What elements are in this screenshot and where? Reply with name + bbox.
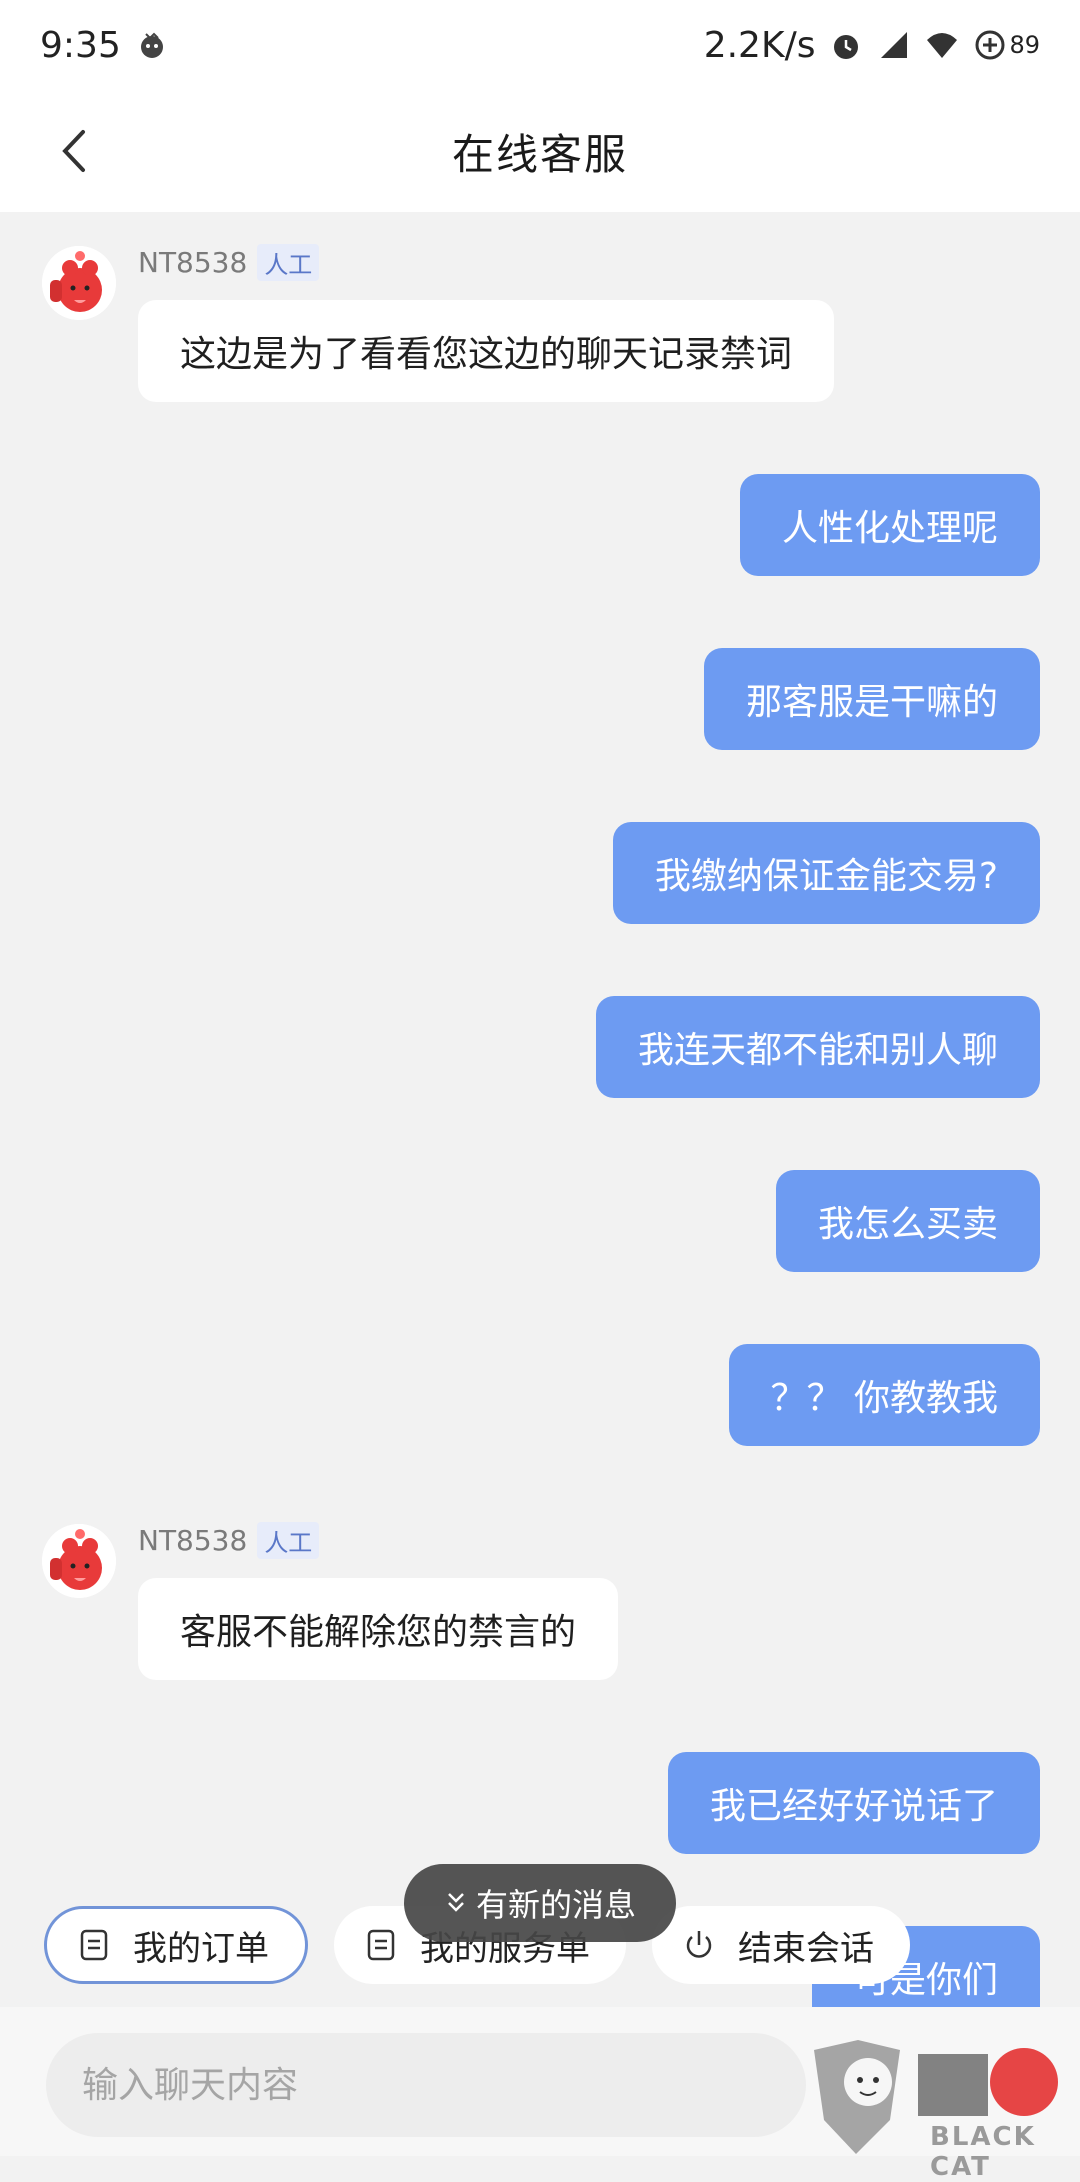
- status-bar: 9:35 2.2K/s 89: [0, 0, 1080, 90]
- outgoing-message[interactable]: 我缴纳保证金能交易?: [612, 822, 1040, 924]
- power-icon: [686, 1931, 712, 1958]
- status-time: 9:35: [40, 24, 121, 66]
- new-message-toast[interactable]: 有新的消息: [404, 1864, 676, 1942]
- wifi-icon: [925, 28, 959, 62]
- incoming-message[interactable]: 客服不能解除您的禁言的: [138, 1578, 619, 1680]
- end-session-button[interactable]: 结束会话: [652, 1906, 910, 1984]
- header: 在线客服: [0, 90, 1080, 212]
- outgoing-message[interactable]: ？？ 你教教我: [728, 1344, 1040, 1446]
- incoming-message[interactable]: 这边是为了看看您这边的聊天记录禁词: [138, 300, 835, 402]
- sender-info: NT8538 人工: [138, 1522, 320, 1559]
- outgoing-message[interactable]: 我已经好好说话了: [667, 1752, 1040, 1854]
- chat-input[interactable]: [46, 2033, 806, 2137]
- my-orders-button[interactable]: 我的订单: [44, 1906, 308, 1984]
- outgoing-message[interactable]: 人性化处理呢: [739, 474, 1040, 576]
- sender-name: NT8538: [138, 246, 248, 279]
- agent-avatar[interactable]: [42, 246, 116, 320]
- page-title: 在线客服: [451, 129, 628, 179]
- watermark-brand: BLACK CAT: [930, 2122, 1036, 2182]
- agent-avatar[interactable]: [42, 1524, 116, 1598]
- document-icon: [367, 1929, 395, 1961]
- alarm-icon: [829, 28, 863, 62]
- sender-info: NT8538 人工: [138, 244, 320, 281]
- agent-tag: 人工: [257, 244, 320, 281]
- battery-level: 89: [1009, 31, 1040, 59]
- back-button[interactable]: [40, 116, 110, 186]
- new-message-label: 有新的消息: [475, 1886, 636, 1924]
- chevron-left-icon: [62, 130, 85, 172]
- outgoing-message[interactable]: 我连天都不能和别人聊: [595, 996, 1040, 1098]
- outgoing-message[interactable]: 我怎么买卖: [775, 1170, 1040, 1272]
- outgoing-message[interactable]: 那客服是干嘛的: [703, 648, 1040, 750]
- net-speed: 2.2K/s: [703, 24, 816, 66]
- signal-icon: [877, 28, 911, 62]
- end-session-label: 结束会话: [738, 1928, 874, 1969]
- notification-icon: [135, 28, 169, 62]
- sender-name: NT8538: [138, 1524, 248, 1557]
- watermark-logo: BLACK CAT: [810, 2040, 1080, 2182]
- agent-tag: 人工: [257, 1522, 320, 1559]
- document-icon: [80, 1929, 108, 1961]
- chat-list[interactable]: NT8538 人工 这边是为了看看您这边的聊天记录禁词 人性化处理呢 那客服是干…: [0, 212, 1080, 2007]
- my-orders-label: 我的订单: [133, 1928, 269, 1969]
- battery-icon: [973, 28, 1007, 62]
- double-chevron-down-icon: [448, 1893, 464, 1912]
